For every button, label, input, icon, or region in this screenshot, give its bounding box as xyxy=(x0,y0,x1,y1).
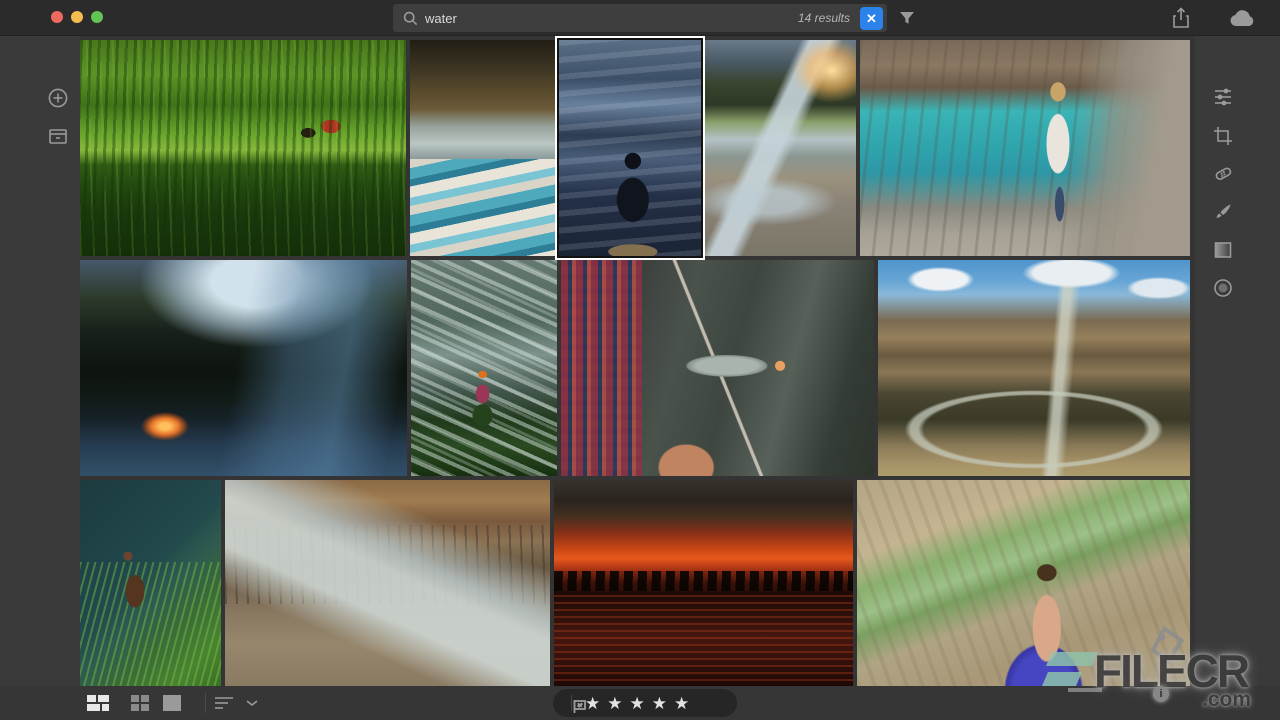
collections-box-icon[interactable] xyxy=(44,123,72,151)
search-icon xyxy=(403,11,418,26)
star-rating-4[interactable]: ★ xyxy=(652,695,667,712)
reject-flag-icon[interactable] xyxy=(565,692,593,720)
minimize-button[interactable] xyxy=(71,11,83,23)
photo-thumbnail-desert-river[interactable] xyxy=(878,260,1190,476)
crop-rotate-icon[interactable] xyxy=(1208,121,1238,151)
photo-thumbnail-red-sunset-lake[interactable] xyxy=(554,480,853,686)
sort-order-icon[interactable] xyxy=(210,689,238,717)
square-grid-view-icon[interactable] xyxy=(126,689,154,717)
search-field[interactable]: 14 results ✕ xyxy=(393,4,887,32)
zoom-button[interactable] xyxy=(91,11,103,23)
photo-thumbnail-pond-goat[interactable] xyxy=(80,480,221,686)
photo-thumbnail-canyon-campfire[interactable] xyxy=(80,260,407,476)
linear-gradient-icon[interactable] xyxy=(1208,235,1238,265)
photo-thumbnail-turquoise-lake[interactable] xyxy=(860,40,1190,256)
filter-funnel-icon[interactable] xyxy=(895,6,919,30)
close-button[interactable] xyxy=(51,11,63,23)
right-rail-tools xyxy=(1195,36,1280,720)
brush-icon[interactable] xyxy=(1208,197,1238,227)
single-photo-view-icon[interactable] xyxy=(158,689,186,717)
healing-brush-icon[interactable] xyxy=(1208,159,1238,189)
chevron-down-icon[interactable] xyxy=(238,689,266,717)
cloud-sync-icon[interactable] xyxy=(1226,5,1260,31)
search-input[interactable] xyxy=(425,11,798,26)
share-icon[interactable] xyxy=(1168,5,1194,31)
photo-thumbnail-canoe-dusk-selected[interactable] xyxy=(559,40,701,256)
add-photos-icon[interactable] xyxy=(44,84,72,112)
lightroom-window: 14 results ✕ xyxy=(0,0,1280,720)
photo-thumbnail-sunrise-river-bend[interactable] xyxy=(705,40,856,256)
star-rating-2[interactable]: ★ xyxy=(607,695,622,712)
photo-thumbnail-canyon-creek[interactable] xyxy=(225,480,550,686)
left-rail xyxy=(0,36,80,720)
photo-thumbnail-trout-catch[interactable] xyxy=(561,260,874,476)
flag-rating-pill: ★ ★ ★ ★ ★ xyxy=(553,689,737,717)
star-rating-5[interactable]: ★ xyxy=(674,695,689,712)
traffic-lights xyxy=(51,11,103,23)
radial-gradient-icon[interactable] xyxy=(1208,273,1238,303)
photo-thumbnail-canyon-boats[interactable] xyxy=(410,40,555,256)
toolbar-divider xyxy=(205,693,206,713)
photo-thumbnail-heart-stone[interactable] xyxy=(857,480,1190,686)
clear-search-button[interactable]: ✕ xyxy=(860,7,883,30)
photo-grid-view-icon[interactable] xyxy=(84,689,112,717)
bottom-toolbar: ★ ★ ★ ★ ★ xyxy=(0,686,1280,720)
star-rating-3[interactable]: ★ xyxy=(630,695,645,712)
edit-sliders-icon[interactable] xyxy=(1208,82,1238,112)
search-results-count: 14 results xyxy=(798,11,850,25)
photo-thumbnail-rapids-hiker[interactable] xyxy=(411,260,557,476)
top-bar: 14 results ✕ xyxy=(0,0,1280,36)
photo-thumbnail-willow-reflection[interactable] xyxy=(80,40,406,256)
